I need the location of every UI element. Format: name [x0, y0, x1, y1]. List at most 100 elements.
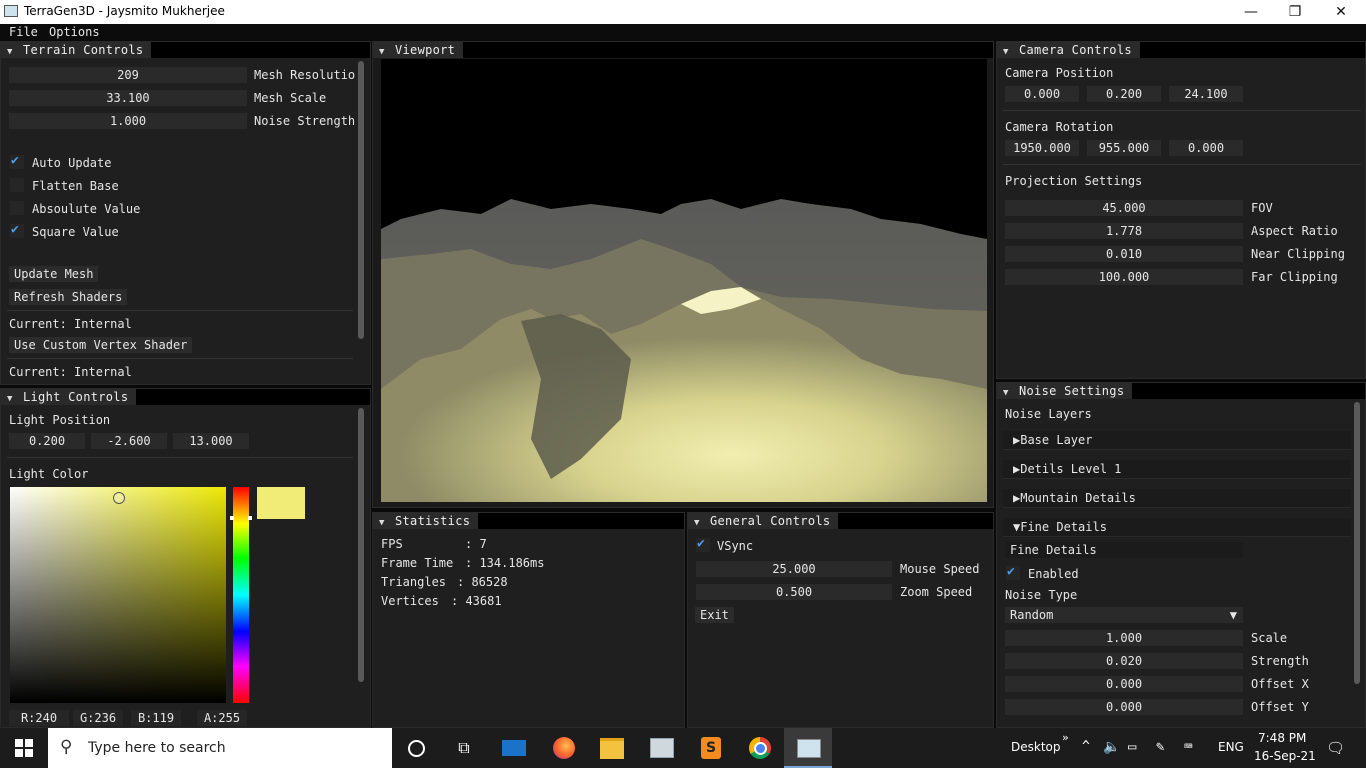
refresh-shaders-button[interactable]: Refresh Shaders	[9, 289, 128, 305]
close-button[interactable]: ✕	[1318, 0, 1364, 24]
camera-position-y[interactable]: 0.200	[1087, 86, 1161, 102]
offset-x-input[interactable]: 0.000	[1005, 676, 1243, 692]
enabled-checkbox[interactable]	[1006, 564, 1020, 580]
light-controls-tab[interactable]: ▼ Light Controls	[1, 389, 137, 407]
color-b-field[interactable]: B:119	[131, 710, 181, 726]
terragen-taskbar-button[interactable]	[784, 728, 832, 768]
keyboard-icon[interactable]: ⌨	[1184, 739, 1192, 755]
terrain-render[interactable]	[381, 59, 987, 502]
collapse-icon[interactable]: ▼	[7, 44, 13, 60]
clock-time[interactable]: 7:48 PM	[1258, 731, 1306, 745]
mesh-resolution-input[interactable]: 209	[9, 67, 247, 83]
custom-vertex-shader-button[interactable]: Use Custom Vertex Shader	[9, 337, 193, 353]
file-explorer-icon[interactable]	[598, 734, 626, 762]
firefox-icon[interactable]	[550, 734, 578, 762]
zoom-speed-input[interactable]: 0.500	[696, 584, 892, 600]
taskbar-search-box[interactable]: ⚲ Type here to search	[48, 728, 392, 768]
color-picker-sv-square[interactable]	[10, 487, 226, 703]
near-clipping-input[interactable]: 0.010	[1005, 246, 1243, 262]
fov-input[interactable]: 45.000	[1005, 200, 1243, 216]
aspect-ratio-input[interactable]: 1.778	[1005, 223, 1243, 239]
collapse-icon[interactable]: ▼	[1003, 44, 1009, 60]
window-title: TerraGen3D - Jaysmito Mukherjee	[24, 4, 225, 18]
task-view-icon[interactable]: ⧉	[450, 734, 478, 762]
chrome-icon[interactable]	[746, 734, 774, 762]
camera-position-z[interactable]: 24.100	[1169, 86, 1243, 102]
language-indicator[interactable]: ENG	[1218, 740, 1244, 754]
sublime-text-icon[interactable]: S	[697, 734, 725, 762]
collapse-icon[interactable]: ▼	[7, 391, 13, 407]
absolute-value-label: Absoulute Value	[32, 202, 141, 216]
far-clipping-input[interactable]: 100.000	[1005, 269, 1243, 285]
collapse-icon[interactable]: ▼	[1003, 385, 1009, 401]
color-swatch[interactable]	[257, 487, 305, 519]
collapse-icon[interactable]: ▼	[694, 515, 700, 531]
toolbar-expand-icon[interactable]: »	[1062, 731, 1069, 744]
camera-controls-tab[interactable]: ▼ Camera Controls	[997, 42, 1140, 58]
windows-start-icon[interactable]	[10, 734, 38, 762]
panel-title: Statistics	[395, 514, 471, 528]
exit-button[interactable]: Exit	[695, 607, 734, 623]
enabled-label: Enabled	[1028, 567, 1079, 581]
noise-settings-tab[interactable]: ▼ Noise Settings	[997, 383, 1133, 401]
photos-icon[interactable]	[648, 734, 676, 762]
desktop-toolbar[interactable]: Desktop	[1011, 740, 1061, 754]
minimize-button[interactable]: —	[1228, 0, 1274, 24]
strength-input[interactable]: 0.020	[1005, 653, 1243, 669]
fps-label: FPS	[381, 537, 403, 551]
volume-icon[interactable]: 🔈	[1103, 739, 1120, 755]
pen-icon[interactable]: ✎	[1156, 739, 1164, 755]
general-controls-tab[interactable]: ▼ General Controls	[688, 513, 839, 531]
noise-strength-input[interactable]: 1.000	[9, 113, 247, 129]
square-value-checkbox[interactable]	[10, 222, 24, 238]
camera-rotation-y[interactable]: 955.000	[1087, 140, 1161, 156]
light-position-z[interactable]: 13.000	[173, 433, 249, 449]
search-icon: ⚲	[60, 737, 73, 757]
offset-y-input[interactable]: 0.000	[1005, 699, 1243, 715]
terrain-scrollbar[interactable]	[358, 61, 364, 339]
flatten-base-checkbox[interactable]	[10, 178, 24, 192]
noise-type-select[interactable]: Random ▼	[1005, 607, 1243, 623]
fine-details-header[interactable]: ▼Fine Details	[1003, 518, 1351, 537]
chevron-up-icon[interactable]: ^	[1082, 739, 1090, 754]
hue-slider-handle[interactable]	[230, 516, 252, 520]
absolute-value-checkbox[interactable]	[10, 201, 24, 215]
base-layer-header[interactable]: ▶Base Layer	[1003, 431, 1351, 450]
light-position-y[interactable]: -2.600	[91, 433, 167, 449]
cortana-icon[interactable]	[402, 734, 430, 762]
panel-title: Noise Settings	[1019, 384, 1125, 398]
color-g-field[interactable]: G:236	[73, 710, 123, 726]
mail-icon[interactable]	[500, 734, 528, 762]
terrain-controls-tab[interactable]: ▼ Terrain Controls	[1, 42, 152, 60]
update-mesh-button[interactable]: Update Mesh	[9, 266, 99, 282]
layer-name-input[interactable]: Fine Details	[1005, 542, 1243, 558]
statistics-tab[interactable]: ▼ Statistics	[373, 513, 479, 531]
noise-scrollbar[interactable]	[1354, 402, 1360, 684]
viewport-tab[interactable]: ▼ Viewport	[373, 42, 464, 60]
scale-input[interactable]: 1.000	[1005, 630, 1243, 646]
clock-date[interactable]: 16-Sep-21	[1254, 749, 1316, 763]
color-picker-cursor[interactable]	[113, 492, 125, 504]
light-position-x[interactable]: 0.200	[9, 433, 85, 449]
camera-position-x[interactable]: 0.000	[1005, 86, 1079, 102]
collapse-icon[interactable]: ▼	[379, 44, 385, 60]
square-value-label: Square Value	[32, 225, 119, 239]
auto-update-checkbox[interactable]	[10, 153, 24, 169]
mouse-speed-input[interactable]: 25.000	[696, 561, 892, 577]
camera-rotation-x[interactable]: 1950.000	[1005, 140, 1079, 156]
color-r-field[interactable]: R:240	[9, 710, 69, 726]
light-scrollbar[interactable]	[358, 408, 364, 682]
restore-button[interactable]: ❐	[1272, 0, 1318, 24]
camera-rotation-z[interactable]: 0.000	[1169, 140, 1243, 156]
mesh-scale-input[interactable]: 33.100	[9, 90, 247, 106]
collapse-icon[interactable]: ▼	[379, 515, 385, 531]
menu-file[interactable]: File	[9, 25, 38, 39]
mountain-details-header[interactable]: ▶Mountain Details	[1003, 489, 1351, 508]
menu-options[interactable]: Options	[49, 25, 100, 39]
details-level-1-header[interactable]: ▶Detils Level 1	[1003, 460, 1351, 479]
notifications-icon[interactable]: 🗨	[1326, 739, 1345, 757]
triangles-label: Triangles	[381, 575, 447, 589]
vsync-checkbox[interactable]	[696, 536, 710, 552]
color-a-field[interactable]: A:255	[197, 710, 247, 726]
network-icon[interactable]: ▭	[1128, 739, 1136, 755]
